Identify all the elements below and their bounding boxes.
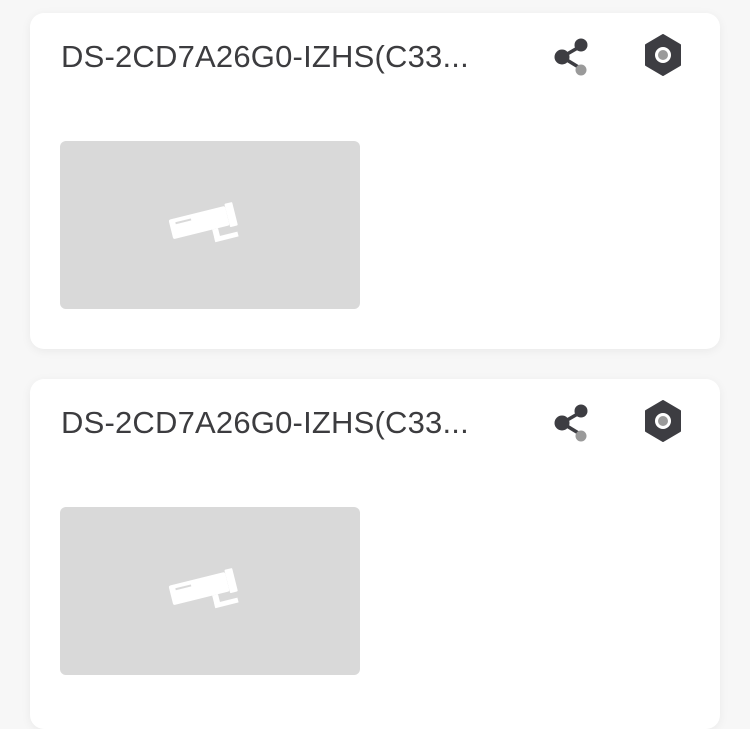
camera-placeholder-icon	[168, 202, 239, 243]
share-button[interactable]	[548, 399, 596, 447]
settings-hexagon-icon	[645, 34, 681, 76]
camera-thumbnail[interactable]	[60, 141, 360, 309]
camera-title: DS-2CD7A26G0-IZHS(C33...	[61, 39, 469, 74]
camera-thumbnail[interactable]	[60, 507, 360, 675]
share-icon	[554, 404, 588, 442]
camera-title: DS-2CD7A26G0-IZHS(C33...	[61, 405, 469, 440]
camera-placeholder-icon	[168, 568, 239, 609]
settings-hexagon-icon	[645, 400, 681, 442]
settings-button[interactable]	[640, 32, 686, 78]
camera-card[interactable]: DS-2CD7A26G0-IZHS(C33...	[30, 379, 720, 729]
settings-button[interactable]	[640, 398, 686, 444]
camera-card[interactable]: DS-2CD7A26G0-IZHS(C33...	[30, 13, 720, 349]
share-button[interactable]	[548, 33, 596, 81]
share-icon	[554, 38, 588, 76]
